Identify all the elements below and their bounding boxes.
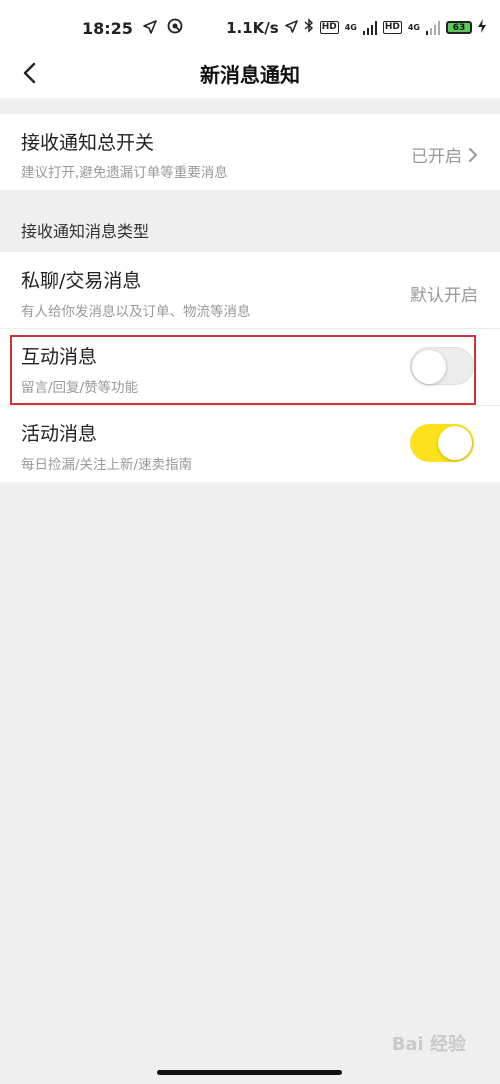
- status-bar: 18:25 1.1K/s HD 4G HD 4G 63: [0, 0, 500, 52]
- master-switch-title: 接收通知总开关: [21, 132, 155, 154]
- master-switch-status: 已开启: [411, 147, 462, 167]
- watermark: Bai 经验: [391, 1034, 466, 1055]
- master-switch-row[interactable]: 接收通知总开关 建议打开,避免遗漏订单等重要消息 已开启: [0, 114, 500, 190]
- setting-row-activity: 活动消息 每日捡漏/关注上新/速卖指南: [0, 406, 500, 482]
- setting-row-interaction: 互动消息 留言/回复/赞等功能: [0, 329, 500, 405]
- network-speed: 1.1K/s: [226, 18, 279, 37]
- setting-title: 活动消息: [21, 423, 98, 445]
- network-type-1: 4G: [344, 22, 357, 32]
- nav-header: 新消息通知: [0, 52, 500, 98]
- location-arrow-icon: [284, 19, 298, 37]
- master-switch-value: 已开启: [411, 142, 478, 167]
- section-gap: [0, 98, 500, 114]
- location-arrow-icon: [143, 19, 157, 38]
- hd-badge: HD: [319, 21, 339, 34]
- page-title: 新消息通知: [200, 63, 300, 87]
- home-indicator[interactable]: [157, 1070, 342, 1075]
- chevron-right-icon: [469, 147, 477, 162]
- battery-icon: 63: [446, 21, 472, 34]
- setting-subtitle: 有人给你发消息以及订单、物流等消息: [21, 304, 251, 320]
- signal-icon: [426, 20, 440, 35]
- status-left: 18:25: [82, 18, 183, 38]
- status-time: 18:25: [82, 18, 133, 38]
- network-type-2: 4G: [407, 22, 420, 32]
- bluetooth-icon: [304, 18, 314, 37]
- app-notification-icon: [167, 18, 183, 38]
- activity-toggle[interactable]: [410, 424, 474, 462]
- setting-subtitle: 每日捡漏/关注上新/速卖指南: [21, 457, 193, 473]
- toggle-knob: [438, 426, 472, 460]
- signal-icon: [362, 20, 377, 35]
- interaction-toggle[interactable]: [410, 347, 474, 385]
- setting-row-private-trade: 私聊/交易消息 有人给你发消息以及订单、物流等消息 默认开启: [0, 252, 500, 328]
- setting-title: 私聊/交易消息: [21, 270, 142, 292]
- toggle-knob: [412, 350, 446, 384]
- setting-subtitle: 留言/回复/赞等功能: [21, 380, 139, 396]
- status-right: 1.1K/s HD 4G HD 4G 63: [226, 18, 486, 37]
- hd-badge: HD: [382, 21, 402, 34]
- master-switch-subtitle: 建议打开,避免遗漏订单等重要消息: [21, 165, 228, 181]
- setting-value: 默认开启: [410, 286, 478, 306]
- setting-title: 互动消息: [21, 346, 98, 368]
- section-label: 接收通知消息类型: [21, 222, 150, 241]
- charging-icon: [478, 18, 486, 37]
